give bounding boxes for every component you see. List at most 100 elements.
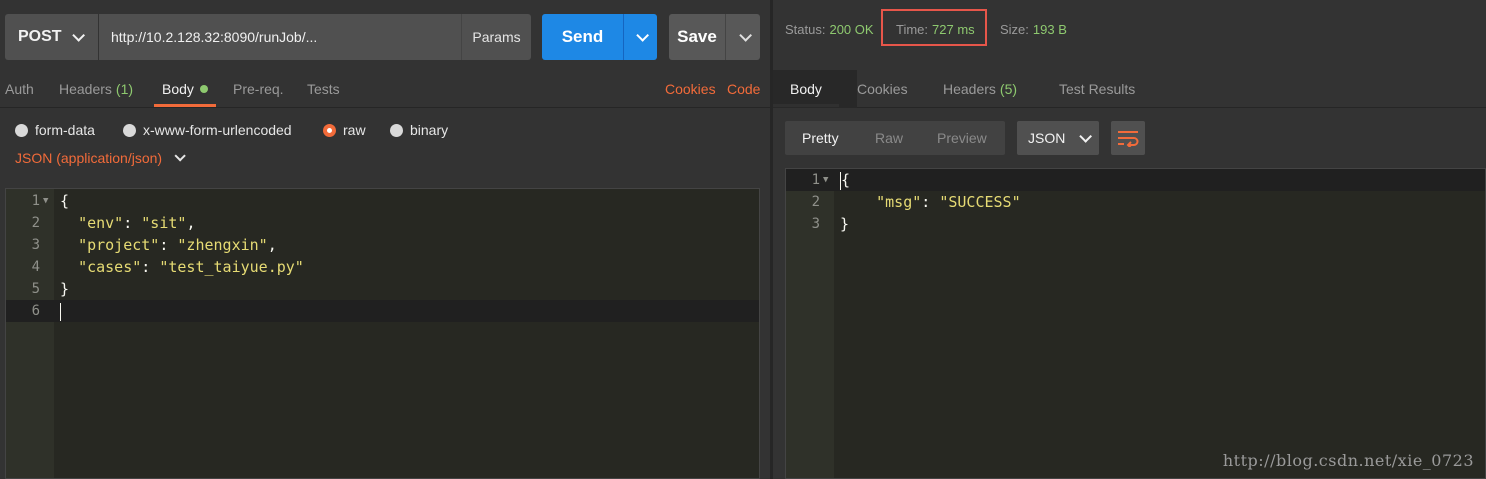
tab-test-results[interactable]: Test Results — [1059, 70, 1135, 107]
save-button[interactable]: Save — [669, 14, 725, 60]
tab-response-body[interactable]: Body — [773, 70, 839, 107]
code-text — [60, 300, 61, 322]
chevron-down-icon — [71, 28, 85, 42]
cookies-link[interactable]: Cookies — [665, 70, 716, 107]
code-text: "msg": "SUCCESS" — [840, 191, 1021, 213]
size-value: 193 B — [1032, 22, 1067, 37]
method-label: POST — [18, 28, 62, 45]
tab-auth[interactable]: Auth — [5, 70, 34, 107]
tab-body[interactable]: Body — [154, 70, 216, 107]
size-stat: Size: 193 B — [1000, 22, 1067, 37]
body-type-radios: form-data x-www-form-urlencoded raw bina… — [15, 122, 755, 142]
radio-raw-label: raw — [343, 122, 366, 138]
json-sep: : — [159, 236, 178, 254]
tab-tests[interactable]: Tests — [307, 70, 340, 107]
radio-circle-icon — [123, 123, 136, 137]
code-text: { — [60, 192, 70, 210]
tab-headers-label: Headers — [59, 80, 112, 97]
text-caret — [60, 302, 61, 321]
radio-binary[interactable]: binary — [390, 122, 448, 138]
pretty-label: Pretty — [802, 130, 839, 146]
line-number: 2 — [31, 215, 40, 231]
radio-raw[interactable]: raw — [323, 122, 366, 138]
tab-response-cookies-label: Cookies — [857, 80, 908, 97]
watermark: http://blog.csdn.net/xie_0723 — [1222, 451, 1474, 470]
radio-binary-label: binary — [410, 122, 449, 138]
line-number: 1 — [811, 172, 820, 188]
time-label: Time: — [896, 22, 929, 37]
radio-form-data[interactable]: form-data — [15, 122, 95, 138]
tab-response-body-label: Body — [790, 80, 822, 97]
time-value: 727 ms — [932, 22, 975, 37]
request-panel: POST http://10.2.128.32:8090/runJob/... … — [0, 0, 770, 479]
code-line: 2 "msg": "SUCCESS" — [786, 191, 1485, 213]
json-comma: , — [186, 214, 196, 232]
tab-test-results-label: Test Results — [1059, 80, 1136, 97]
url-input[interactable]: http://10.2.128.32:8090/runJob/... — [99, 14, 461, 60]
chevron-down-icon — [636, 28, 649, 42]
tab-prereq[interactable]: Pre-req. — [233, 70, 284, 107]
headers-count-badge: (1) — [115, 80, 134, 97]
response-headers-count-badge: (5) — [999, 80, 1018, 97]
send-button[interactable]: Send — [542, 14, 623, 60]
method-select[interactable]: POST — [5, 14, 98, 60]
radio-circle-icon — [15, 123, 28, 137]
send-dropdown-button[interactable] — [623, 14, 657, 60]
tab-body-label: Body — [162, 80, 194, 97]
view-mode-group: Pretty Raw Preview — [785, 121, 1005, 155]
code-link[interactable]: Code — [727, 70, 760, 107]
tab-headers[interactable]: Headers (1) — [59, 70, 133, 107]
radio-circle-icon — [390, 123, 403, 137]
raw-label: Raw — [875, 130, 904, 146]
json-value: "test_taiyue.py" — [159, 258, 304, 276]
wrap-lines-button[interactable] — [1111, 121, 1145, 155]
time-stat: Time: 727 ms — [896, 22, 975, 37]
line-number: 3 — [811, 216, 820, 232]
code-text: } — [840, 215, 850, 233]
chevron-down-icon — [738, 28, 752, 42]
code-text: "cases": "test_taiyue.py" — [60, 256, 304, 278]
code-line: 4 "cases": "test_taiyue.py" — [6, 256, 759, 278]
json-sep: : — [123, 214, 142, 232]
cookies-link-label: Cookies — [665, 80, 716, 97]
fold-arrow-icon[interactable]: ▼ — [823, 169, 828, 191]
request-tabs: Auth Headers (1) Body Pre-req. Tests Coo… — [0, 70, 770, 108]
tab-response-cookies[interactable]: Cookies — [857, 70, 908, 107]
url-text: http://10.2.128.32:8090/runJob/... — [111, 29, 318, 45]
brace: { — [841, 171, 851, 189]
radio-urlencoded[interactable]: x-www-form-urlencoded — [123, 122, 292, 138]
pretty-button[interactable]: Pretty — [802, 121, 839, 155]
save-label: Save — [677, 27, 717, 46]
preview-label: Preview — [937, 130, 987, 146]
code-text: "env": "sit", — [60, 212, 195, 234]
status-label: Status: — [785, 22, 826, 37]
code-line-current: 1 ▼ { — [786, 169, 1485, 191]
json-value: "SUCCESS" — [939, 193, 1021, 211]
code-line: 1 ▼ { — [6, 190, 759, 212]
raw-button[interactable]: Raw — [875, 121, 903, 155]
preview-button[interactable]: Preview — [937, 121, 987, 155]
fold-arrow-icon[interactable]: ▼ — [43, 190, 48, 212]
json-key: "project" — [78, 236, 160, 254]
request-body-editor[interactable]: 1 ▼ { 2 "env": "sit", 3 "project": "zhen… — [5, 188, 760, 479]
tab-auth-label: Auth — [5, 80, 34, 97]
content-type-label: JSON (application/json) — [15, 150, 163, 166]
format-select[interactable]: JSON — [1017, 121, 1099, 155]
response-body-viewer[interactable]: 1 ▼ { 2 "msg": "SUCCESS" 3 } — [785, 168, 1486, 479]
content-type-select[interactable]: JSON (application/json) — [15, 150, 186, 166]
params-button[interactable]: Params — [461, 14, 531, 60]
response-tabs: Body Cookies Headers (5) Test Results — [773, 70, 1486, 108]
chevron-down-icon — [1079, 129, 1093, 143]
line-number: 6 — [31, 303, 40, 319]
save-dropdown-button[interactable] — [725, 14, 760, 60]
tab-response-headers[interactable]: Headers (5) — [943, 70, 1017, 107]
line-number: 5 — [31, 281, 40, 297]
json-comma: , — [267, 236, 277, 254]
send-label: Send — [561, 27, 604, 46]
json-value: "sit" — [141, 214, 187, 232]
format-label: JSON — [1028, 130, 1066, 146]
response-meta: Status: 200 OK Time: 727 ms Size: 193 B — [773, 0, 1486, 58]
tab-response-headers-label: Headers — [943, 80, 996, 97]
wrap-lines-icon — [1118, 131, 1139, 147]
chevron-down-icon — [174, 150, 186, 162]
